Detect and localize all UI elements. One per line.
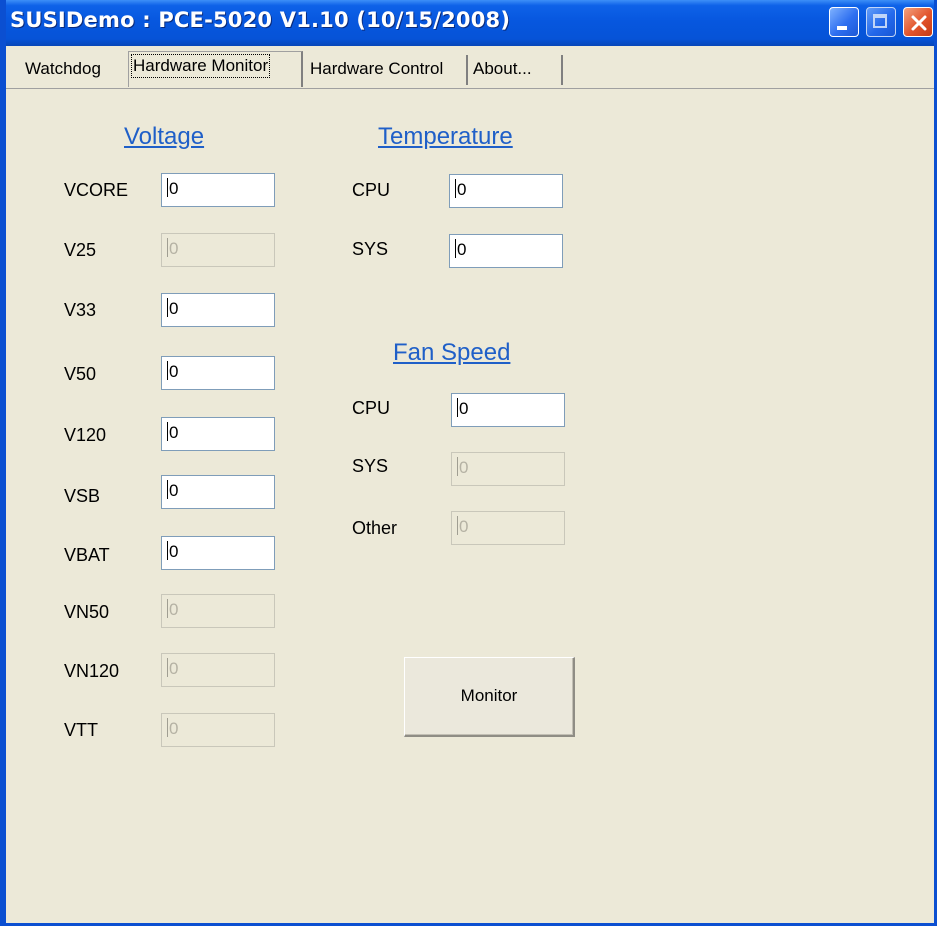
vbat-label: VBAT xyxy=(64,545,110,565)
vsb-label: VSB xyxy=(64,486,101,506)
window-title: SUSIDemo : PCE-5020 V1.10 (10/15/2008) xyxy=(10,8,511,32)
voltage-title: Voltage xyxy=(124,123,205,150)
fan-sys-field: 0 xyxy=(451,452,565,486)
tab-label: Watchdog xyxy=(25,59,101,78)
tab-label: Hardware Control xyxy=(310,59,444,78)
temperature-title: Temperature xyxy=(378,123,513,150)
temp-sys-label: SYS xyxy=(352,239,389,259)
temp-cpu-field[interactable]: 0 xyxy=(449,174,563,208)
fan-sys-label: SYS xyxy=(352,456,389,476)
vn50-label: VN50 xyxy=(64,602,110,622)
tab-label: Hardware Monitor xyxy=(130,54,271,78)
tab-watchdog[interactable]: Watchdog xyxy=(20,55,132,85)
close-button[interactable] xyxy=(903,7,933,37)
vn120-label: VN120 xyxy=(64,661,120,681)
tab-strip: Watchdog Hardware Monitor Hardware Contr… xyxy=(6,49,934,89)
tab-hardware-monitor[interactable]: Hardware Monitor xyxy=(128,51,303,87)
maximize-button xyxy=(866,7,896,37)
tab-about[interactable]: About... xyxy=(468,55,563,85)
temp-cpu-label: CPU xyxy=(352,180,391,200)
v25-field: 0 xyxy=(161,233,275,267)
maximize-icon xyxy=(873,14,887,28)
vcore-label: VCORE xyxy=(64,180,129,200)
v120-label: V120 xyxy=(64,425,107,445)
title-bar[interactable]: SUSIDemo : PCE-5020 V1.10 (10/15/2008) xyxy=(6,0,934,46)
tab-hardware-control[interactable]: Hardware Control xyxy=(305,55,468,85)
close-icon xyxy=(911,15,927,31)
vn120-field: 0 xyxy=(161,653,275,687)
v33-label: V33 xyxy=(64,300,97,320)
vsb-field[interactable]: 0 xyxy=(161,475,275,509)
v33-field[interactable]: 0 xyxy=(161,293,275,327)
fan-cpu-label: CPU xyxy=(352,398,391,418)
monitor-button[interactable]: Monitor xyxy=(404,657,575,737)
v50-field[interactable]: 0 xyxy=(161,356,275,390)
v25-label: V25 xyxy=(64,240,97,260)
v120-field[interactable]: 0 xyxy=(161,417,275,451)
temp-sys-field[interactable]: 0 xyxy=(449,234,563,268)
vcore-field[interactable]: 0 xyxy=(161,173,275,207)
minimize-button[interactable] xyxy=(829,7,859,37)
vbat-field[interactable]: 0 xyxy=(161,536,275,570)
fan-other-field: 0 xyxy=(451,511,565,545)
fan-cpu-field[interactable]: 0 xyxy=(451,393,565,427)
v50-label: V50 xyxy=(64,364,97,384)
app-window: SUSIDemo : PCE-5020 V1.10 (10/15/2008) W… xyxy=(0,0,937,926)
vtt-field: 0 xyxy=(161,713,275,747)
minimize-icon xyxy=(837,26,847,30)
fan-speed-title: Fan Speed xyxy=(393,339,511,366)
tab-label: About... xyxy=(473,59,532,78)
vn50-field: 0 xyxy=(161,594,275,628)
vtt-label: VTT xyxy=(64,720,98,740)
fan-other-label: Other xyxy=(352,518,398,538)
